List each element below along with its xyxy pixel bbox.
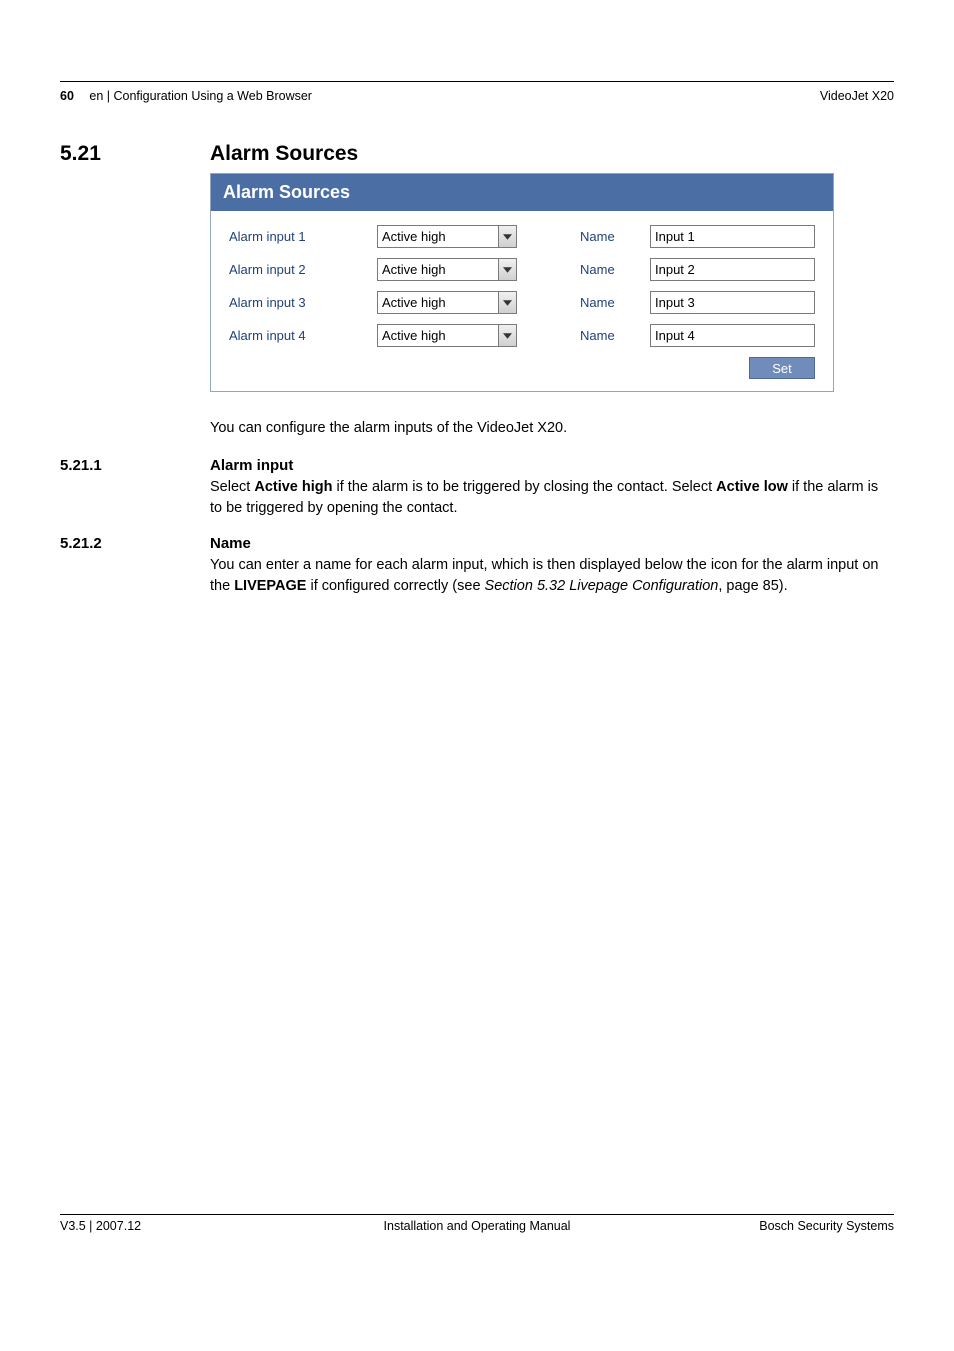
header-rule bbox=[60, 81, 894, 82]
alarm-input-3-dropdown-value: Active high bbox=[378, 292, 498, 313]
alarm-input-4-dropdown-value: Active high bbox=[378, 325, 498, 346]
page-number: 60 bbox=[60, 89, 74, 103]
header-product: VideoJet X20 bbox=[820, 89, 894, 103]
alarm-input-4-name-field[interactable]: Input 4 bbox=[650, 324, 815, 347]
subsection-1-title: Alarm input bbox=[210, 457, 293, 474]
alarm-input-1-name-field[interactable]: Input 1 bbox=[650, 225, 815, 248]
alarm-input-1-label: Alarm input 1 bbox=[229, 229, 377, 244]
intro-text: You can configure the alarm inputs of th… bbox=[210, 418, 890, 439]
alarm-input-3-name-label: Name bbox=[560, 295, 650, 310]
section-number: 5.21 bbox=[60, 142, 101, 166]
panel-title: Alarm Sources bbox=[211, 174, 833, 211]
subsection-2-text: You can enter a name for each alarm inpu… bbox=[210, 555, 890, 597]
alarm-input-row-1: Alarm input 1 Active high Name Input 1 bbox=[229, 225, 815, 248]
subsection-2-title: Name bbox=[210, 535, 251, 552]
chevron-down-icon[interactable] bbox=[498, 226, 516, 247]
header-left: 60 en | Configuration Using a Web Browse… bbox=[60, 89, 312, 103]
alarm-input-3-label: Alarm input 3 bbox=[229, 295, 377, 310]
alarm-input-row-3: Alarm input 3 Active high Name Input 3 bbox=[229, 291, 815, 314]
alarm-input-4-label: Alarm input 4 bbox=[229, 328, 377, 343]
set-button[interactable]: Set bbox=[749, 357, 815, 379]
alarm-input-1-name-label: Name bbox=[560, 229, 650, 244]
alarm-input-4-name-label: Name bbox=[560, 328, 650, 343]
panel-body: Alarm input 1 Active high Name Input 1 A… bbox=[211, 211, 833, 391]
chevron-down-icon[interactable] bbox=[498, 259, 516, 280]
subsection-2-number: 5.21.2 bbox=[60, 535, 102, 552]
subsection-1-number: 5.21.1 bbox=[60, 457, 102, 474]
alarm-input-3-dropdown[interactable]: Active high bbox=[377, 291, 517, 314]
alarm-input-2-dropdown[interactable]: Active high bbox=[377, 258, 517, 281]
chevron-down-icon[interactable] bbox=[498, 292, 516, 313]
alarm-input-1-dropdown-value: Active high bbox=[378, 226, 498, 247]
footer-rule bbox=[60, 1214, 894, 1215]
alarm-input-row-2: Alarm input 2 Active high Name Input 2 bbox=[229, 258, 815, 281]
alarm-input-row-4: Alarm input 4 Active high Name Input 4 bbox=[229, 324, 815, 347]
alarm-sources-panel: Alarm Sources Alarm input 1 Active high … bbox=[210, 173, 834, 392]
chevron-down-icon[interactable] bbox=[498, 325, 516, 346]
alarm-input-4-dropdown[interactable]: Active high bbox=[377, 324, 517, 347]
footer-company: Bosch Security Systems bbox=[759, 1219, 894, 1233]
alarm-input-2-dropdown-value: Active high bbox=[378, 259, 498, 280]
alarm-input-2-name-label: Name bbox=[560, 262, 650, 277]
alarm-input-2-name-field[interactable]: Input 2 bbox=[650, 258, 815, 281]
alarm-input-1-dropdown[interactable]: Active high bbox=[377, 225, 517, 248]
header-breadcrumb: en | Configuration Using a Web Browser bbox=[89, 89, 312, 103]
subsection-1-text: Select Active high if the alarm is to be… bbox=[210, 477, 890, 519]
alarm-input-2-label: Alarm input 2 bbox=[229, 262, 377, 277]
alarm-input-3-name-field[interactable]: Input 3 bbox=[650, 291, 815, 314]
section-title: Alarm Sources bbox=[210, 142, 358, 166]
